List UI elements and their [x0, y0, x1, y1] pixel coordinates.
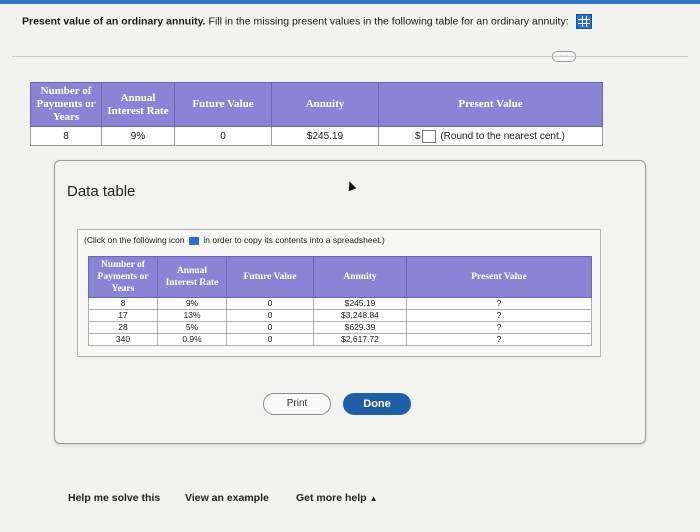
divider: [12, 56, 688, 57]
data-cell-payments: 28: [88, 321, 158, 334]
data-cell-future-value: 0: [226, 309, 314, 322]
question-text: Present value of an ordinary annuity. Fi…: [22, 14, 592, 29]
header-annuity: Annuity: [271, 82, 379, 127]
view-example-link[interactable]: View an example: [185, 492, 269, 504]
cell-rate: 9%: [101, 126, 175, 146]
data-header-payments: Number of Payments or Years: [88, 256, 158, 298]
done-button[interactable]: Done: [343, 393, 411, 415]
data-table-modal: Data table (Click on the following icon …: [54, 160, 646, 444]
data-cell-future-value: 0: [226, 297, 314, 310]
main-table: Number of Payments or Years Annual Inter…: [30, 82, 603, 146]
help-me-solve-link[interactable]: Help me solve this: [68, 492, 160, 504]
cell-future-value: 0: [174, 126, 272, 146]
main-table-row: 8 9% 0 $245.19 $ (Round to the nearest c…: [30, 126, 603, 146]
main-table-header-row: Number of Payments or Years Annual Inter…: [30, 82, 603, 127]
data-cell-annuity: $629.39: [313, 321, 407, 334]
get-more-help-label: Get more help: [296, 492, 367, 504]
data-cell-annuity: $2,617.72: [313, 333, 407, 346]
cell-payments: 8: [30, 126, 102, 146]
modal-title: Data table: [67, 183, 136, 200]
header-future-value: Future Value: [174, 82, 272, 127]
data-cell-payments: 340: [88, 333, 158, 346]
currency-symbol: $: [415, 130, 421, 142]
cell-annuity: $245.19: [271, 126, 379, 146]
caret-up-icon: ▲: [369, 494, 378, 503]
data-cell-present-value: ?: [406, 309, 592, 322]
data-cell-future-value: 0: [226, 333, 314, 346]
header-rate: Annual Interest Rate: [101, 82, 175, 127]
table-row: 17 13% 0 $3,248.84 ?: [88, 309, 592, 322]
header-payments: Number of Payments or Years: [30, 82, 102, 127]
header-present-value: Present Value: [378, 82, 603, 127]
get-more-help-link[interactable]: Get more help ▲: [296, 492, 378, 504]
table-row: 8 9% 0 $245.19 ?: [88, 297, 592, 310]
data-cell-rate: 13%: [157, 309, 227, 322]
data-cell-present-value: ?: [406, 321, 592, 334]
data-table: Number of Payments or Years Annual Inter…: [88, 256, 592, 346]
data-cell-rate: 9%: [157, 297, 227, 310]
copy-note-before: (Click on the following icon: [84, 235, 185, 245]
data-cell-rate: 5%: [157, 321, 227, 334]
data-header-present-value: Present Value: [406, 256, 592, 298]
data-header-annuity: Annuity: [313, 256, 407, 298]
copy-note-after: in order to copy its contents into a spr…: [203, 235, 385, 245]
data-table-panel: (Click on the following icon in order to…: [77, 229, 601, 357]
data-cell-payments: 17: [88, 309, 158, 322]
data-cell-annuity: $245.19: [313, 297, 407, 310]
data-cell-rate: 0.9%: [157, 333, 227, 346]
question-title: Present value of an ordinary annuity.: [22, 15, 206, 28]
table-row: 340 0.9% 0 $2,617.72 ?: [88, 333, 592, 346]
table-row: 28 5% 0 $629.39 ?: [88, 321, 592, 334]
present-value-input[interactable]: [421, 129, 436, 143]
data-header-future-value: Future Value: [226, 256, 314, 298]
print-button[interactable]: Print: [263, 393, 331, 415]
data-table-header-row: Number of Payments or Years Annual Inter…: [88, 256, 592, 298]
data-header-rate: Annual Interest Rate: [157, 256, 227, 298]
copy-to-spreadsheet-icon[interactable]: [189, 236, 200, 245]
data-cell-present-value: ?: [406, 333, 592, 346]
data-cell-payments: 8: [88, 297, 158, 310]
spreadsheet-grid-icon[interactable]: [575, 14, 592, 29]
copy-note: (Click on the following icon in order to…: [84, 235, 385, 245]
question-body: Fill in the missing present values in th…: [208, 15, 569, 28]
data-cell-present-value: ?: [406, 297, 592, 310]
data-cell-future-value: 0: [226, 321, 314, 334]
data-cell-annuity: $3,248.84: [313, 309, 407, 322]
cell-present-value: $ (Round to the nearest cent.): [378, 126, 603, 146]
rounding-hint: (Round to the nearest cent.): [440, 130, 565, 142]
